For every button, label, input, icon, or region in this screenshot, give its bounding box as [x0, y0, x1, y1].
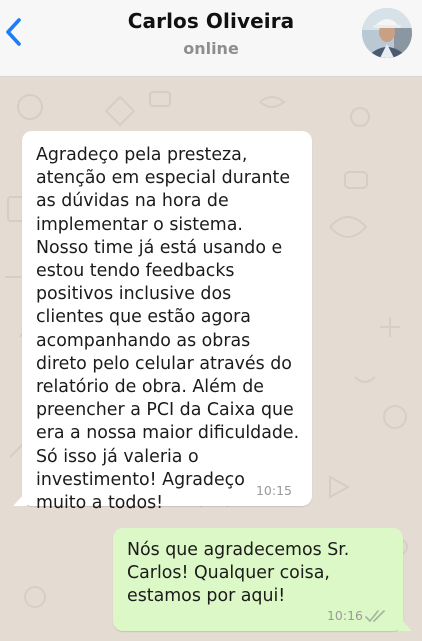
contact-name[interactable]: Carlos Oliveira	[0, 9, 422, 33]
chat-header: Carlos Oliveira online	[0, 0, 422, 77]
incoming-message[interactable]: Agradeço pela presteza, atenção em espec…	[13, 131, 312, 513]
avatar-photo	[362, 8, 412, 58]
contact-status: online	[183, 39, 239, 58]
bubble-tail	[13, 491, 27, 506]
bubble-tail	[398, 616, 412, 631]
message-text: Nós que agradecemos Sr. Carlos! Qualquer…	[127, 540, 350, 607]
message-text: Agradeço pela presteza, atenção em espec…	[36, 145, 300, 514]
outgoing-message[interactable]: Nós que agradecemos Sr. Carlos! Qualquer…	[113, 528, 412, 631]
avatar[interactable]	[362, 8, 412, 58]
message-time: 10:15	[255, 483, 292, 498]
double-check-icon	[365, 610, 385, 622]
message-time: 10:16	[326, 608, 363, 623]
